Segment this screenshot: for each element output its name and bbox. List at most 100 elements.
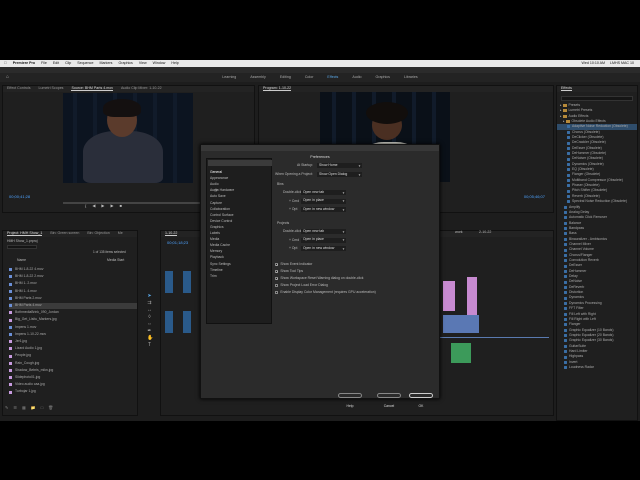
tab-sequence[interactable]: 1-10-22 — [165, 231, 178, 237]
step-forward-icon[interactable]: ▶ — [111, 203, 114, 208]
list-item[interactable]: BothmediaBrink_090_Jordan — [9, 310, 137, 316]
track-a-patch[interactable] — [165, 311, 173, 333]
when-opening-dropdown[interactable]: Show Open Dialog ▼ — [317, 172, 362, 177]
menu-view[interactable]: View — [139, 61, 147, 66]
category-item[interactable]: Audio — [208, 172, 272, 186]
checkbox[interactable]: ✓ — [275, 270, 279, 274]
checkbox[interactable] — [275, 291, 279, 295]
tab-lumetri-scopes[interactable]: Lumetri Scopes — [39, 87, 64, 91]
workspace-audio[interactable]: Audio — [352, 75, 361, 80]
tab-effects[interactable]: Effects — [561, 86, 572, 92]
setting-dropdown[interactable]: Open new tab ▼ — [301, 190, 346, 195]
category-item[interactable]: Graphics — [208, 215, 272, 229]
workspace-libraries[interactable]: Libraries — [404, 75, 418, 80]
play-icon[interactable]: ▶ — [101, 203, 104, 208]
list-item[interactable]: Slidephoto01.jpg — [9, 375, 137, 381]
disclosure-icon[interactable]: ▸ — [560, 109, 562, 112]
list-item[interactable]: Big_Get_Lisitu_Markers.jpg — [9, 317, 137, 323]
apple-icon[interactable]:  — [4, 61, 7, 66]
list-item[interactable]: BHM Parts 4.mov — [9, 303, 137, 309]
list-item[interactable]: Impens 1.mov — [9, 325, 137, 331]
source-video-frame[interactable] — [63, 93, 193, 183]
category-item[interactable]: Audio Hardware — [208, 178, 272, 192]
tab-effect-controls[interactable]: Effect Controls — [7, 87, 31, 91]
type-icon[interactable]: T — [147, 343, 152, 348]
tab-more[interactable]: Me — [118, 232, 123, 236]
checkbox-row[interactable]: ✓ Show Tool Tips — [275, 269, 303, 274]
list-item[interactable]: Turbojar 1.jpg — [9, 389, 137, 395]
list-item[interactable]: Jer1.jpg — [9, 339, 137, 345]
column-media-start[interactable]: Media Start — [107, 258, 124, 262]
slip-icon[interactable]: ⇔ — [147, 322, 152, 327]
tab-program[interactable]: Program: 1-10-22 — [263, 86, 292, 92]
list-item[interactable]: Impens 1-10-22.mov — [9, 332, 137, 338]
app-menu[interactable]: Premiere Pro — [13, 61, 35, 66]
project-search-input[interactable] — [7, 245, 37, 249]
audio-clip[interactable] — [451, 343, 471, 363]
effects-search-input[interactable] — [561, 96, 633, 101]
pencil-icon[interactable]: ✎ — [5, 405, 8, 413]
track-a-target[interactable] — [183, 311, 191, 333]
disclosure-icon[interactable]: ▸ — [560, 104, 562, 107]
checkbox[interactable] — [275, 284, 279, 288]
list-item[interactable]: Rain_Cough.jpg — [9, 361, 137, 367]
workspace-editing[interactable]: Editing — [280, 75, 291, 80]
ripple-edit-icon[interactable]: ↔ — [147, 308, 152, 313]
category-item[interactable]: Media Cache — [208, 233, 272, 247]
help-button[interactable]: Help — [338, 393, 362, 408]
disclosure-icon[interactable]: ▸ — [560, 114, 562, 118]
category-item[interactable]: Collaboration — [208, 197, 272, 211]
track-v-target[interactable] — [183, 271, 191, 293]
track-select-icon[interactable]: ⇉ — [147, 301, 152, 306]
workspace-learning[interactable]: Learning — [222, 75, 236, 80]
selection-tool-icon[interactable]: ➤ — [147, 294, 152, 299]
tab-bin-objection[interactable]: Bin: Objection — [87, 232, 109, 236]
workspace-graphics[interactable]: Graphics — [376, 75, 390, 80]
menu-sequence[interactable]: Sequence — [77, 61, 93, 66]
checkbox-row[interactable]: ✓ Show Workspace Reset Warning dialog on … — [275, 276, 364, 281]
category-item[interactable]: Labels — [208, 221, 272, 235]
list-item[interactable]: BHM Parts 2.mov — [9, 296, 137, 302]
cancel-button[interactable]: Cancel — [377, 393, 401, 408]
razor-icon[interactable]: ◊ — [147, 315, 152, 320]
list-item[interactable]: BHM 1- 4.mov — [9, 289, 137, 295]
at-startup-dropdown[interactable]: Show Home ▼ — [317, 163, 362, 168]
workspace-effects[interactable]: Effects — [327, 75, 338, 80]
list-item[interactable]: Shadow_Bebris_mikn.jpg — [9, 368, 137, 374]
pen-icon[interactable]: ✒ — [147, 329, 152, 334]
category-item[interactable]: Trim — [208, 264, 272, 278]
checkbox-row[interactable]: Enable Display Color Management (require… — [275, 290, 376, 295]
mark-in-icon[interactable]: { — [85, 203, 86, 208]
video-clip[interactable] — [467, 277, 477, 315]
insert-icon[interactable]: ■ — [120, 203, 122, 208]
setting-dropdown[interactable]: Open in place ▼ — [301, 237, 346, 243]
checkbox[interactable]: ✓ — [275, 263, 279, 267]
category-item[interactable]: Playback — [208, 245, 272, 259]
category-item[interactable]: Device Control — [208, 209, 272, 223]
effect-item[interactable]: Loudness Radar — [557, 365, 637, 370]
setting-dropdown[interactable]: Open new tab ▼ — [301, 229, 346, 234]
hand-icon[interactable]: ✋ — [147, 336, 153, 341]
menu-file[interactable]: File — [41, 61, 47, 66]
column-name[interactable]: Name — [17, 258, 26, 262]
checkbox[interactable]: ✓ — [275, 277, 279, 281]
list-view-icon[interactable]: ☰ — [13, 405, 17, 413]
list-item[interactable]: Video audio caa.jpg — [9, 382, 137, 388]
list-item[interactable]: People.jpg — [9, 353, 137, 359]
category-item[interactable]: Media — [208, 227, 272, 241]
video-clip[interactable] — [443, 315, 479, 333]
timeline-timecode[interactable]: 00;01;18;23 — [167, 241, 188, 245]
user-name[interactable]: LMHS MAC 10 — [610, 61, 634, 66]
disclosure-icon[interactable]: ▸ — [563, 120, 565, 123]
menu-graphics[interactable]: Graphics — [118, 61, 132, 66]
ok-button[interactable]: OK — [409, 393, 433, 408]
step-back-icon[interactable]: ◀ — [92, 203, 95, 208]
video-clip[interactable] — [443, 281, 455, 311]
trash-icon[interactable]: 🗑 — [48, 405, 53, 413]
menu-edit[interactable]: Edit — [53, 61, 59, 66]
category-item[interactable]: Sync Settings — [208, 252, 272, 266]
clock[interactable]: Wed 10:10 AM — [582, 61, 606, 66]
tab-bin-green-screen[interactable]: Bin: Green screen — [50, 232, 79, 236]
checkbox-row[interactable]: Show Project Load Error Dialog — [275, 283, 328, 288]
new-item-icon[interactable]: □ — [41, 405, 43, 413]
